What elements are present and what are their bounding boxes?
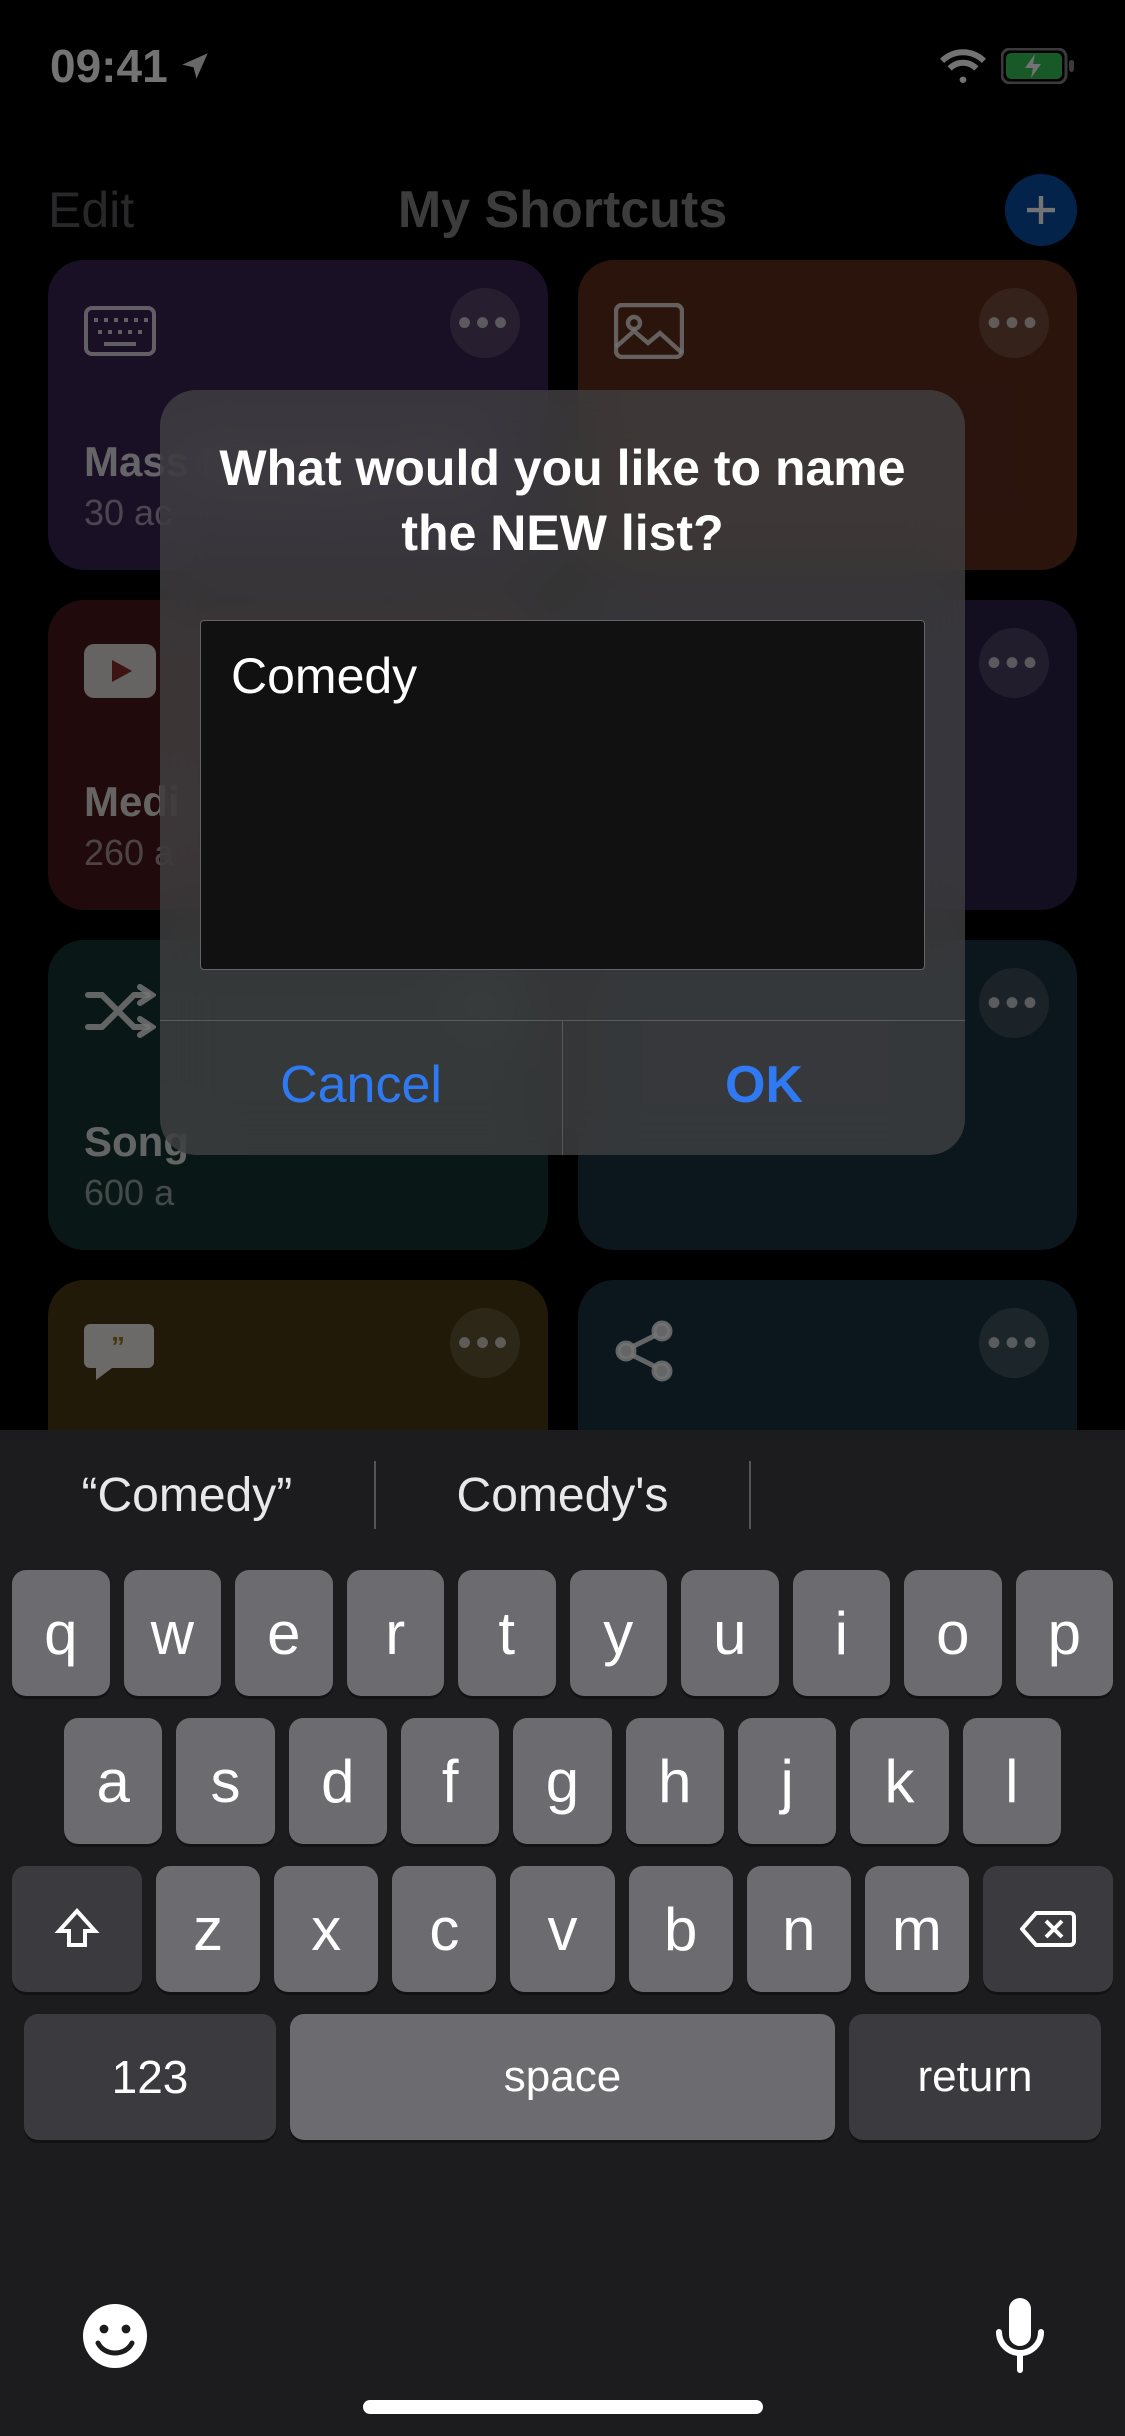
key-f[interactable]: f <box>401 1718 499 1844</box>
key-a[interactable]: a <box>64 1718 162 1844</box>
key-backspace[interactable] <box>983 1866 1113 1992</box>
key-z[interactable]: z <box>156 1866 260 1992</box>
key-d[interactable]: d <box>289 1718 387 1844</box>
key-shift[interactable] <box>12 1866 142 1992</box>
key-row-2: a s d f g h j k l <box>12 1718 1113 1844</box>
key-m[interactable]: m <box>865 1866 969 1992</box>
key-p[interactable]: p <box>1016 1570 1114 1696</box>
emoji-button[interactable] <box>80 2301 150 2371</box>
dialog-buttons: Cancel OK <box>160 1020 965 1155</box>
key-l[interactable]: l <box>963 1718 1061 1844</box>
key-row-1: q w e r t y u i o p <box>12 1570 1113 1696</box>
key-r[interactable]: r <box>347 1570 445 1696</box>
home-indicator[interactable] <box>363 2400 763 2414</box>
key-h[interactable]: h <box>626 1718 724 1844</box>
keyboard: “Comedy” Comedy's q w e r t y u i o p a … <box>0 1430 1125 2436</box>
key-k[interactable]: k <box>850 1718 948 1844</box>
key-numbers[interactable]: 123 <box>24 2014 276 2140</box>
key-s[interactable]: s <box>176 1718 274 1844</box>
key-rows: q w e r t y u i o p a s d f g h j k l z <box>0 1560 1125 2140</box>
key-q[interactable]: q <box>12 1570 110 1696</box>
key-e[interactable]: e <box>235 1570 333 1696</box>
suggestion-bar: “Comedy” Comedy's <box>0 1430 1125 1560</box>
key-row-4: 123 space return <box>12 2014 1113 2140</box>
suggestion-1[interactable]: “Comedy” <box>0 1468 374 1523</box>
key-x[interactable]: x <box>274 1866 378 1992</box>
suggestion-2[interactable]: Comedy's <box>376 1468 750 1523</box>
keyboard-footer <box>0 2276 1125 2396</box>
cancel-button[interactable]: Cancel <box>160 1021 563 1155</box>
list-name-input[interactable]: Comedy <box>200 620 925 970</box>
key-c[interactable]: c <box>392 1866 496 1992</box>
name-list-dialog: What would you like to name the NEW list… <box>160 390 965 1155</box>
suggestion-separator <box>749 1461 751 1529</box>
key-u[interactable]: u <box>681 1570 779 1696</box>
key-i[interactable]: i <box>793 1570 891 1696</box>
key-w[interactable]: w <box>124 1570 222 1696</box>
key-t[interactable]: t <box>458 1570 556 1696</box>
dictation-button[interactable] <box>995 2298 1045 2374</box>
key-b[interactable]: b <box>629 1866 733 1992</box>
key-row-3: z x c v b n m <box>12 1866 1113 1992</box>
key-y[interactable]: y <box>570 1570 668 1696</box>
key-o[interactable]: o <box>904 1570 1002 1696</box>
key-space[interactable]: space <box>290 2014 835 2140</box>
ok-button[interactable]: OK <box>563 1021 965 1155</box>
key-j[interactable]: j <box>738 1718 836 1844</box>
key-n[interactable]: n <box>747 1866 851 1992</box>
dialog-title: What would you like to name the NEW list… <box>160 390 965 596</box>
key-return[interactable]: return <box>849 2014 1101 2140</box>
key-g[interactable]: g <box>513 1718 611 1844</box>
key-v[interactable]: v <box>510 1866 614 1992</box>
